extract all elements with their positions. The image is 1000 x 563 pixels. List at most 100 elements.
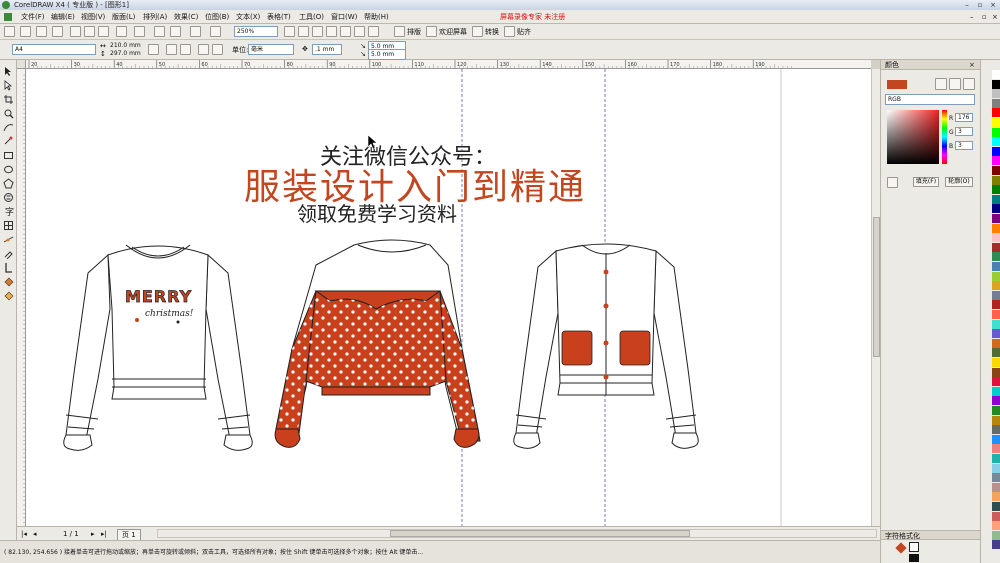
last-page-icon[interactable]: ▸| xyxy=(101,529,107,539)
palette-swatch[interactable] xyxy=(992,473,1000,483)
palette-swatch[interactable] xyxy=(992,540,1000,550)
palette-swatch[interactable] xyxy=(992,233,1000,243)
palette-swatch[interactable] xyxy=(992,271,1000,281)
menu-text[interactable]: 文本(X) xyxy=(236,12,260,22)
landscape-icon[interactable] xyxy=(180,44,191,55)
portrait-icon[interactable] xyxy=(166,44,177,55)
ellipse-tool-icon[interactable] xyxy=(3,164,14,175)
christmas-text[interactable]: christmas! xyxy=(145,309,194,319)
palette-swatch[interactable] xyxy=(992,444,1000,454)
freehand-tool-icon[interactable] xyxy=(3,122,14,133)
units-select[interactable]: 毫米 xyxy=(248,44,294,55)
paste-icon[interactable] xyxy=(98,26,109,37)
application-launcher-icon[interactable] xyxy=(190,26,201,37)
convert-label[interactable]: 转换 xyxy=(485,27,499,37)
palette-swatch[interactable] xyxy=(992,415,1000,425)
horizontal-ruler[interactable]: 20 30 40 50 60 70 80 90 100 110 120 130 140 150 160 170… xyxy=(25,60,871,69)
zoom-all-icon[interactable] xyxy=(326,26,337,37)
duplicate-y-field[interactable]: 5.0 mm xyxy=(368,49,406,60)
copy-icon[interactable] xyxy=(84,26,95,37)
eyedropper-tool-icon[interactable] xyxy=(3,248,14,260)
palette-swatch[interactable] xyxy=(992,214,1000,223)
page-options-icon[interactable] xyxy=(148,44,159,55)
cut-icon[interactable] xyxy=(70,26,81,37)
zoom-width-icon[interactable] xyxy=(354,26,365,37)
palette-swatch[interactable] xyxy=(992,463,1000,473)
menu-edit[interactable]: 编辑(E) xyxy=(51,12,75,22)
outline-button[interactable]: 轮廓(O) xyxy=(945,177,973,187)
close-icon[interactable]: × xyxy=(988,1,998,9)
palette-swatch[interactable] xyxy=(992,98,1000,108)
palette-swatch[interactable] xyxy=(992,156,1000,166)
palette-swatch[interactable] xyxy=(992,108,1000,118)
redo-icon[interactable] xyxy=(134,26,145,37)
dimension-tool-icon[interactable] xyxy=(3,234,14,245)
current-page-icon[interactable] xyxy=(212,44,223,55)
zoom-page-icon[interactable] xyxy=(340,26,351,37)
palette-swatch[interactable] xyxy=(992,406,1000,415)
palette-swatch[interactable] xyxy=(992,425,1000,435)
nudge-field[interactable]: .1 mm xyxy=(312,44,342,55)
vertical-ruler[interactable] xyxy=(17,69,26,526)
horizontal-scroll-thumb[interactable] xyxy=(390,530,690,537)
palette-swatch[interactable] xyxy=(992,166,1000,175)
zoom-tool-icon[interactable] xyxy=(3,108,14,119)
menu-file[interactable]: 文件(F) xyxy=(21,12,45,22)
pick-tool-icon[interactable] xyxy=(3,66,14,77)
export-icon[interactable] xyxy=(170,26,181,37)
minimize-icon[interactable]: – xyxy=(962,1,972,9)
doc-minimize-icon[interactable]: – xyxy=(970,12,974,22)
color-model-select[interactable]: RGB xyxy=(885,94,975,105)
hue-slider[interactable] xyxy=(942,110,947,164)
print-icon[interactable] xyxy=(52,26,63,37)
artwork[interactable]: 关注微信公众号： 服装设计入门到精通 领取免费学习资料 MERRY christ… xyxy=(26,69,871,526)
sweater-cardigan[interactable] xyxy=(513,243,699,449)
menu-tools[interactable]: 工具(O) xyxy=(299,12,324,22)
sweater-polka-dot[interactable] xyxy=(274,239,481,448)
palette-swatch[interactable] xyxy=(992,175,1000,185)
palette-swatch[interactable] xyxy=(992,511,1000,521)
palette-swatch[interactable] xyxy=(992,521,1000,531)
menu-view[interactable]: 视图(V) xyxy=(81,12,105,22)
palette-swatch[interactable] xyxy=(992,252,1000,262)
button[interactable] xyxy=(603,374,609,380)
smart-fill-icon[interactable] xyxy=(3,136,14,147)
palette-swatch[interactable] xyxy=(992,137,1000,147)
button[interactable] xyxy=(603,340,609,346)
palette-swatch[interactable] xyxy=(992,310,1000,319)
docker-close-icon[interactable]: × xyxy=(969,60,975,70)
pocket-left[interactable] xyxy=(561,330,593,366)
button[interactable] xyxy=(603,269,609,275)
text-tool-icon[interactable]: 字 xyxy=(3,206,14,218)
launcher-icon[interactable] xyxy=(426,26,437,37)
document-icon[interactable] xyxy=(4,13,12,21)
vertical-scroll-thumb[interactable] xyxy=(873,217,880,357)
palette-swatch[interactable] xyxy=(992,300,1000,310)
undo-icon[interactable] xyxy=(116,26,127,37)
horizontal-scrollbar[interactable] xyxy=(157,529,877,538)
palette-swatch[interactable] xyxy=(992,348,1000,358)
menu-bitmaps[interactable]: 位图(B) xyxy=(205,12,229,22)
palette-swatch[interactable] xyxy=(992,242,1000,252)
palette-swatch[interactable] xyxy=(992,79,1000,89)
r-value[interactable]: 176 xyxy=(955,113,973,122)
height-field[interactable]: 297.0 mm xyxy=(108,49,144,60)
doc-close-icon[interactable]: × xyxy=(992,12,998,22)
palette-swatch[interactable] xyxy=(992,530,1000,540)
restore-icon[interactable]: ▫ xyxy=(975,1,985,9)
palette-swatch[interactable] xyxy=(992,492,1000,502)
fill-button[interactable]: 填充(F) xyxy=(913,177,939,187)
zoom-selected-icon[interactable] xyxy=(312,26,323,37)
palette-swatch[interactable] xyxy=(992,367,1000,377)
headline-line3[interactable]: 领取免费学习资料 xyxy=(297,202,457,226)
all-pages-icon[interactable] xyxy=(198,44,209,55)
save-icon[interactable] xyxy=(36,26,47,37)
color-picker-area[interactable] xyxy=(887,110,939,164)
new-icon[interactable] xyxy=(4,26,15,37)
snap-icon[interactable] xyxy=(394,26,405,37)
drawing-canvas[interactable]: 关注微信公众号： 服装设计入门到精通 领取免费学习资料 MERRY christ… xyxy=(26,69,871,526)
launcher-label[interactable]: 欢迎屏幕 xyxy=(439,27,467,37)
palette-swatch[interactable] xyxy=(992,194,1000,204)
zoom-select[interactable]: 250% xyxy=(234,26,278,37)
snap-label[interactable]: 排版 xyxy=(407,27,421,37)
